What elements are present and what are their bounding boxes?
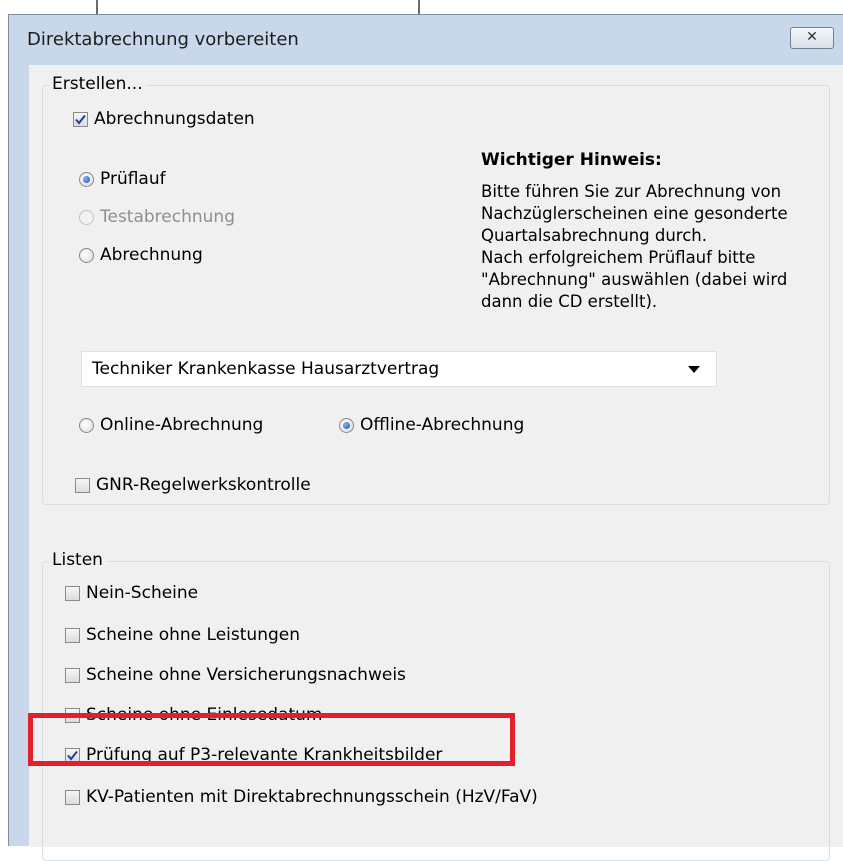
insurer-dropdown-value: Techniker Krankenkasse Hausarztvertrag xyxy=(92,359,440,379)
radio-online-label: Online-Abrechnung xyxy=(100,415,264,435)
title-bar: Direktabrechnung vorbereiten ✕ xyxy=(9,15,843,65)
radio-button xyxy=(79,247,94,263)
radio-abrechnung-label: Abrechnung xyxy=(100,245,203,265)
listen-item-label: Scheine ohne Leistungen xyxy=(86,625,300,645)
listen-item-nein-scheine[interactable]: Nein-Scheine xyxy=(65,583,198,603)
erstellen-legend: Erstellen... xyxy=(49,74,146,94)
abrechnungsdaten-checkbox[interactable]: Abrechnungsdaten xyxy=(73,109,255,129)
radio-selected-icon xyxy=(343,421,350,429)
checkbox-box xyxy=(75,477,90,493)
background-tick xyxy=(418,0,420,14)
radio-offline-abrechnung[interactable]: Offline-Abrechnung xyxy=(339,415,524,435)
listen-item-ohne-versicherungsnachweis[interactable]: Scheine ohne Versicherungsnachweis xyxy=(65,665,406,685)
checkmark-icon xyxy=(75,114,86,125)
abrechnungsdaten-label: Abrechnungsdaten xyxy=(94,109,255,129)
listen-item-ohne-leistungen[interactable]: Scheine ohne Leistungen xyxy=(65,625,300,645)
radio-prueflauf[interactable]: Prüflauf xyxy=(79,169,166,189)
checkbox-box xyxy=(65,627,80,643)
radio-testabrechnung-label: Testabrechnung xyxy=(100,207,235,227)
radio-offline-label: Offline-Abrechnung xyxy=(360,415,525,435)
notice-body: Bitte führen Sie zur Abrechnung von Nach… xyxy=(481,182,788,311)
dialog-title: Direktabrechnung vorbereiten xyxy=(27,29,299,50)
radio-button xyxy=(79,417,94,433)
radio-online-abrechnung[interactable]: Online-Abrechnung xyxy=(79,415,263,435)
radio-prueflauf-label: Prüflauf xyxy=(100,169,166,189)
radio-button xyxy=(79,209,94,225)
radio-selected-icon xyxy=(83,175,90,183)
background-tick xyxy=(96,0,98,14)
close-button[interactable]: ✕ xyxy=(790,27,834,49)
highlight-annotation xyxy=(28,713,515,766)
radio-button xyxy=(79,171,94,187)
gnr-label: GNR-Regelwerkskontrolle xyxy=(96,475,311,495)
radio-testabrechnung[interactable]: Testabrechnung xyxy=(79,207,235,227)
checkbox-box xyxy=(65,667,80,683)
listen-legend: Listen xyxy=(49,550,106,570)
listen-item-label: Scheine ohne Versicherungsnachweis xyxy=(86,665,406,685)
checkbox-box xyxy=(73,111,88,127)
chevron-down-icon xyxy=(688,366,700,373)
notice-title: Wichtiger Hinweis: xyxy=(481,150,662,170)
gnr-regelwerkskontrolle-checkbox[interactable]: GNR-Regelwerkskontrolle xyxy=(75,475,311,495)
listen-item-label: Nein-Scheine xyxy=(86,583,199,603)
checkbox-box xyxy=(65,585,80,601)
radio-button xyxy=(339,417,354,433)
insurer-dropdown[interactable]: Techniker Krankenkasse Hausarztvertrag xyxy=(81,351,717,387)
checkbox-box xyxy=(65,789,80,805)
listen-item-label: KV-Patienten mit Direktabrechnungsschein… xyxy=(86,787,538,807)
close-icon: ✕ xyxy=(806,29,818,45)
radio-abrechnung[interactable]: Abrechnung xyxy=(79,245,203,265)
listen-item-kv-patienten[interactable]: KV-Patienten mit Direktabrechnungsschein… xyxy=(65,787,538,807)
